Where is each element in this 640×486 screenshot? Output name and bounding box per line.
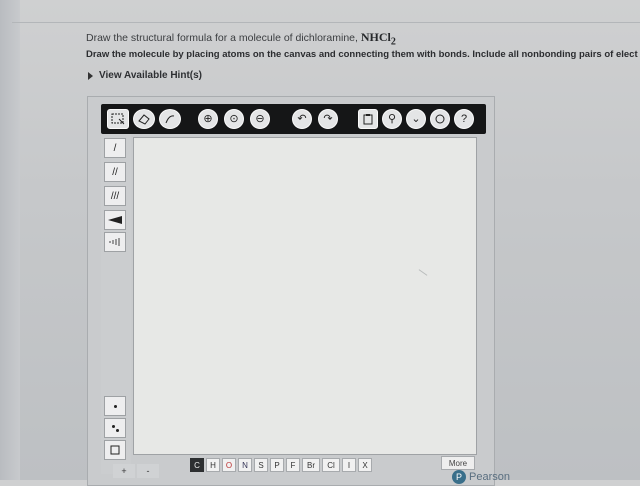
undo-button[interactable]: ↶ <box>292 109 312 129</box>
plus-icon: + <box>121 466 127 476</box>
wedge-bond-button[interactable] <box>104 210 126 230</box>
atom-cl[interactable]: Cl <box>322 458 340 472</box>
editor-toolbar: ⊕ ⊙ ⊖ ↶ ↷ ⚲ ⌄ ? <box>101 104 486 134</box>
formula-subscript: 2 <box>390 36 396 48</box>
pearson-logo: P Pearson <box>452 470 510 484</box>
double-bond-button[interactable]: // <box>104 162 126 182</box>
formula-main: NHCl <box>360 30 391 44</box>
more-atoms-button[interactable]: More <box>441 456 475 470</box>
page-edge <box>0 0 20 480</box>
instruction-text: Draw the molecule by placing atoms on th… <box>86 49 638 60</box>
eraser-icon <box>138 114 150 125</box>
zoom-out-button[interactable]: ⊖ <box>250 109 270 129</box>
lasso-tool-icon[interactable] <box>159 109 181 129</box>
pearson-mark-icon: P <box>452 470 466 484</box>
divider <box>12 22 640 23</box>
question-prefix: Draw the structural formula for a molecu… <box>86 32 358 44</box>
reset-button[interactable] <box>430 109 450 129</box>
template-button[interactable] <box>358 109 378 129</box>
wedge-bond-icon <box>108 216 122 224</box>
atom-f[interactable]: F <box>286 458 300 472</box>
atom-h[interactable]: H <box>206 458 220 472</box>
single-bond-button[interactable]: / <box>104 138 126 158</box>
atom-c[interactable]: C <box>190 458 204 472</box>
eraser-tool-icon[interactable] <box>133 109 155 129</box>
help-icon: ? <box>460 112 468 125</box>
help-button[interactable]: ? <box>454 109 474 129</box>
radical-button[interactable] <box>104 396 126 416</box>
lone-pair-dot-icon <box>112 425 115 428</box>
atom-x[interactable]: X <box>358 458 372 472</box>
question-text: Draw the structural formula for a molecu… <box>86 30 396 47</box>
zoom-out-icon: ⊖ <box>255 112 265 125</box>
atom-n[interactable]: N <box>238 458 252 472</box>
pearson-label: Pearson <box>469 471 510 483</box>
single-bond-icon: / <box>113 142 117 154</box>
hash-bond-button[interactable] <box>104 232 126 252</box>
select-icon <box>111 113 125 125</box>
select-tool-icon[interactable] <box>107 109 129 129</box>
charge-plus-button[interactable]: + <box>113 464 135 478</box>
atom-palette: C H O N S P F Br Cl I X <box>190 458 372 472</box>
lone-pair-button[interactable] <box>104 418 126 438</box>
menu-button[interactable]: ⌄ <box>406 109 426 129</box>
redo-icon: ↷ <box>323 112 333 125</box>
zoom-in-button[interactable]: ⊕ <box>198 109 218 129</box>
atom-o[interactable]: O <box>222 458 236 472</box>
lightbulb-icon: ⚲ <box>387 112 397 125</box>
zoom-fit-button[interactable]: ⊙ <box>224 109 244 129</box>
zoom-in-icon: ⊕ <box>203 112 213 125</box>
bracket-icon <box>110 445 120 455</box>
view-hints-link[interactable]: View Available Hint(s) <box>88 70 202 81</box>
atom-s[interactable]: S <box>254 458 268 472</box>
redo-button[interactable]: ↷ <box>318 109 338 129</box>
lone-pair-dot-icon <box>116 429 119 432</box>
caret-right-icon <box>88 71 93 80</box>
atom-i[interactable]: I <box>342 458 356 472</box>
zoom-fit-icon: ⊙ <box>229 112 239 125</box>
radical-dot-icon <box>114 405 117 408</box>
chevron-down-icon: ⌄ <box>411 112 421 125</box>
reset-icon <box>435 114 445 124</box>
atom-br[interactable]: Br <box>302 458 320 472</box>
bracket-button[interactable] <box>104 440 126 460</box>
minus-icon: - <box>146 466 150 476</box>
double-bond-icon: // <box>112 166 118 178</box>
hash-bond-icon <box>109 238 120 246</box>
formula: NHCl2 <box>360 30 396 48</box>
charge-minus-button[interactable]: - <box>137 464 159 478</box>
undo-icon: ↶ <box>297 112 307 125</box>
clipboard-icon <box>363 114 373 125</box>
drawing-canvas[interactable] <box>133 137 477 455</box>
triple-bond-icon: /// <box>110 190 120 202</box>
triple-bond-button[interactable]: /// <box>104 186 126 206</box>
info-button[interactable]: ⚲ <box>382 109 402 129</box>
view-hints-label: View Available Hint(s) <box>99 70 202 81</box>
atom-p[interactable]: P <box>270 458 284 472</box>
lasso-icon <box>165 115 175 124</box>
